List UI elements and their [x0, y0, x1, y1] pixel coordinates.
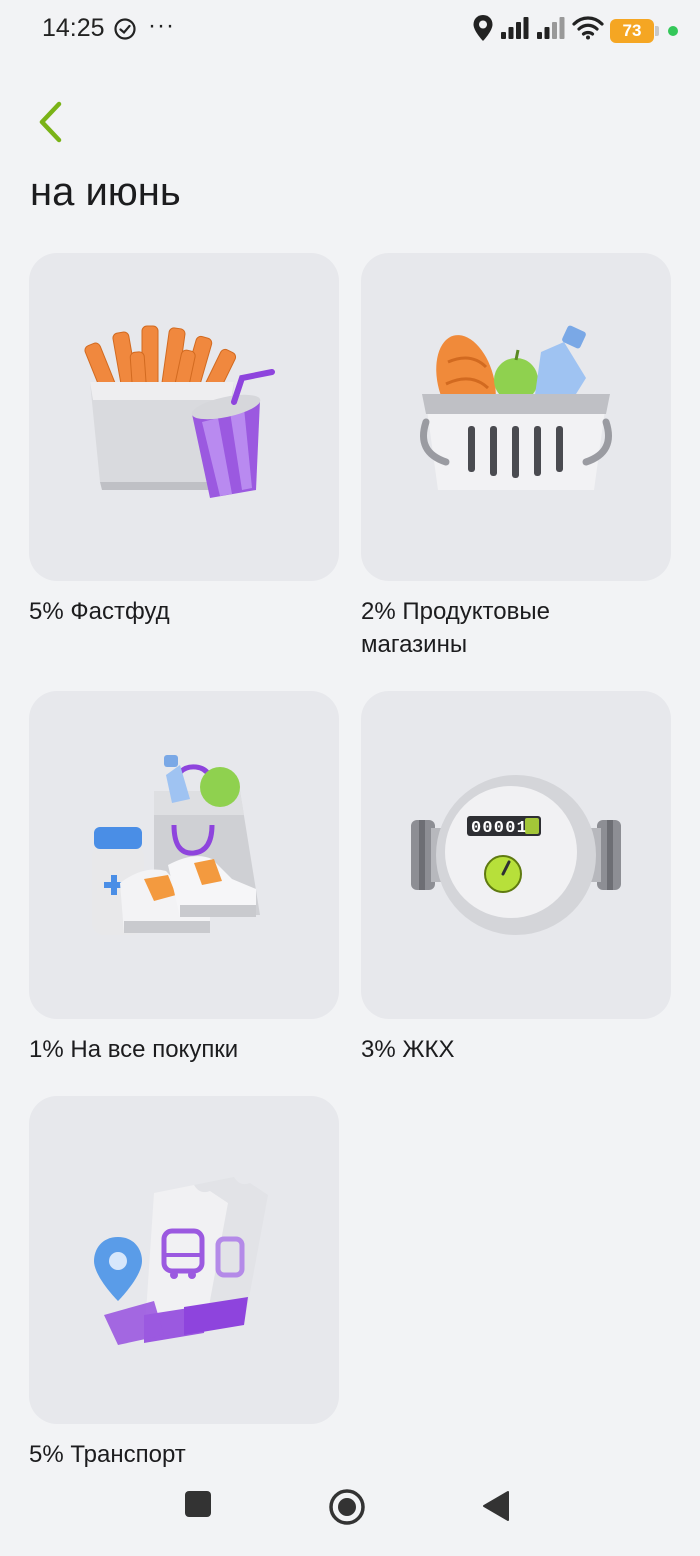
wifi-icon	[572, 16, 604, 45]
category-card-transport[interactable]: 5% Транспорт	[29, 1096, 339, 1471]
category-card-all-purchases[interactable]: 1% На все покупки	[29, 691, 339, 1066]
meter-reading: 00001	[471, 819, 528, 838]
status-icons: 73	[472, 14, 678, 47]
home-button[interactable]	[328, 1488, 366, 1531]
category-tile[interactable]	[29, 253, 339, 581]
recents-button[interactable]	[184, 1490, 212, 1523]
battery-icon: 73	[610, 18, 659, 43]
category-label: 3% ЖКХ	[361, 1036, 455, 1063]
category-label: 1% На все покупки	[29, 1036, 239, 1063]
category-tile[interactable]	[29, 691, 339, 1019]
category-tile[interactable]	[361, 253, 671, 581]
nav-back-button[interactable]	[482, 1490, 510, 1527]
more-notifications-icon: ···	[148, 12, 175, 39]
signal-icon	[536, 16, 566, 45]
shopping-bag-icon	[92, 755, 260, 935]
square-icon	[185, 1491, 211, 1517]
status-bar: 14:25 ··· 73	[0, 0, 700, 60]
signal-icon	[500, 16, 530, 45]
category-label: 5% Транспорт	[29, 1441, 186, 1468]
category-label: 2% Продуктовые магазины	[361, 598, 550, 658]
triangle-back-icon	[483, 1491, 509, 1521]
category-card-utilities[interactable]: 00001 3% ЖКХ	[361, 691, 671, 1066]
category-card-groceries[interactable]: 2% Продуктовые магазины	[361, 253, 671, 661]
back-button[interactable]	[30, 98, 74, 146]
system-navigation-bar	[0, 1470, 700, 1556]
grocery-basket-icon	[420, 325, 612, 490]
chevron-left-icon	[39, 101, 62, 143]
check-circle-icon	[113, 17, 137, 46]
category-tile[interactable]	[29, 1096, 339, 1424]
battery-level: 73	[622, 20, 642, 40]
home-circle-icon	[329, 1489, 365, 1525]
water-meter-icon: 00001	[411, 775, 621, 935]
category-label: 5% Фастфуд	[29, 598, 170, 625]
category-card-fastfood[interactable]: 5% Фастфуд	[29, 253, 339, 628]
fastfood-icon	[84, 325, 275, 498]
location-icon	[472, 14, 494, 47]
charging-indicator	[668, 25, 678, 36]
category-tile[interactable]: 00001	[361, 691, 671, 1019]
page-title: на июнь	[30, 170, 181, 214]
transport-ticket-icon	[94, 1177, 268, 1345]
status-time: 14:25	[42, 14, 105, 42]
